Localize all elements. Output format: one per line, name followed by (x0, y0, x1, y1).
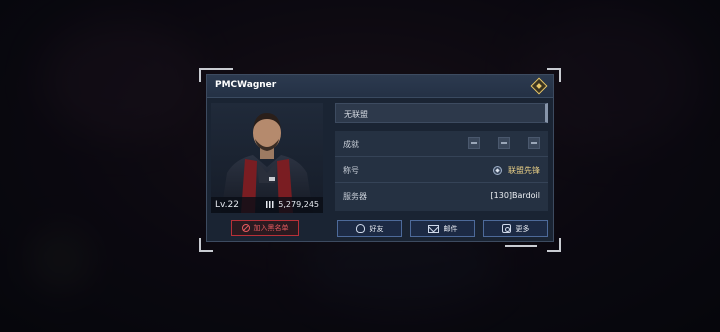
friend-icon (355, 224, 365, 233)
panel-header: PMCWagner (207, 75, 553, 98)
more-icon (501, 224, 511, 233)
title-badge-icon (493, 166, 502, 175)
mail-icon (427, 224, 439, 233)
server-label: 服务器 (343, 192, 367, 201)
achievement-slot[interactable] (468, 137, 480, 149)
power-value: 5,279,245 (278, 200, 319, 209)
player-power: 5,279,245 (266, 200, 319, 209)
more-label: 更多 (515, 224, 530, 233)
player-name: PMCWagner (215, 80, 277, 90)
blacklist-label: 加入黑名单 (253, 224, 289, 232)
power-icon (266, 201, 276, 208)
frame-tick (505, 245, 537, 247)
level-power-strip: Lv.22 5,279,245 (211, 197, 323, 213)
alliance-name: 无联盟 (344, 110, 368, 119)
ban-icon (241, 224, 250, 232)
more-button[interactable]: 更多 (483, 220, 548, 237)
title-value-wrap: 联盟先锋 (493, 165, 540, 176)
title-value: 联盟先锋 (508, 166, 540, 175)
achievement-slot[interactable] (498, 137, 510, 149)
player-level: Lv.22 (215, 200, 239, 210)
mail-label: 邮件 (443, 224, 458, 233)
friend-label: 好友 (369, 224, 384, 233)
player-profile-panel: PMCWagner Lv.22 5,279,245 加入黑名单 无联盟 成就 称… (206, 74, 554, 242)
achievement-slot[interactable] (528, 137, 540, 149)
achievements-label: 成就 (343, 140, 359, 149)
add-friend-button[interactable]: 好友 (337, 220, 402, 237)
title-row: 称号 联盟先锋 (335, 157, 548, 183)
mail-button[interactable]: 邮件 (410, 220, 475, 237)
info-table: 成就 称号 联盟先锋 服务器 [130]Bardoil (335, 131, 548, 211)
diamond-icon[interactable] (530, 77, 548, 95)
add-to-blacklist-button[interactable]: 加入黑名单 (231, 220, 299, 236)
achievements-row: 成就 (335, 131, 548, 157)
alliance-field: 无联盟 (335, 103, 548, 123)
frame-tick (213, 68, 233, 70)
server-row: 服务器 [130]Bardoil (335, 183, 548, 209)
server-value: [130]Bardoil (490, 191, 540, 200)
title-label: 称号 (343, 166, 359, 175)
